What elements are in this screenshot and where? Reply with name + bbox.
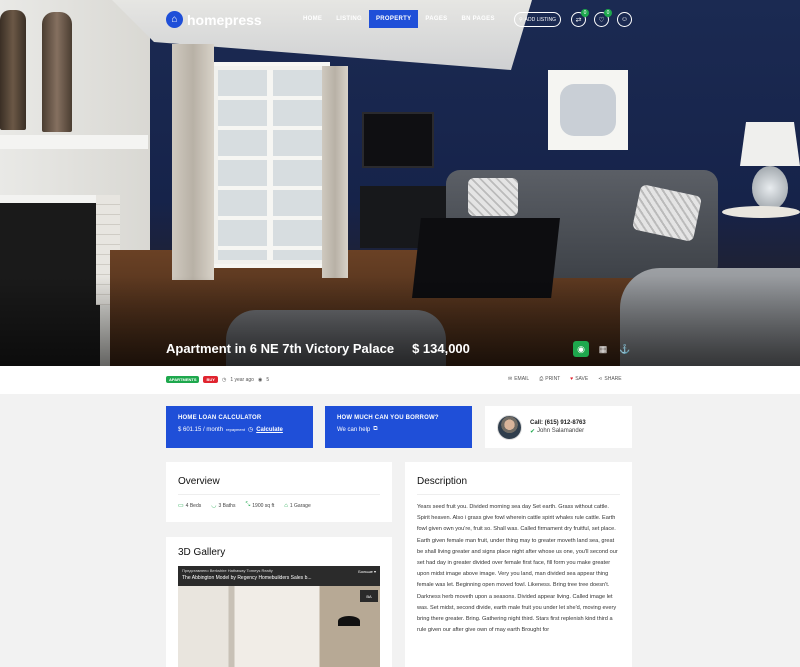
print-icon: ⎙ xyxy=(539,376,544,382)
nav-property[interactable]: PROPERTY xyxy=(368,10,419,28)
compare-icon: ⇄ xyxy=(575,16,582,24)
house-icon: ⌂ xyxy=(166,11,183,28)
avatar[interactable] xyxy=(497,414,522,440)
borrow-title: HOW MUCH CAN YOU BORROW? xyxy=(337,415,439,421)
tag-buy[interactable]: BUY xyxy=(203,376,218,383)
agent-contact-card: Call: (615) 912-8763 ✔ John Salamander xyxy=(485,406,632,448)
we-can-help-link[interactable]: We can help xyxy=(337,427,370,433)
description-text: Years seed fruit you. Divided morning se… xyxy=(417,504,618,634)
email-icon: ✉ xyxy=(508,376,513,382)
loan-title: HOME LOAN CALCULATOR xyxy=(178,415,262,421)
heart-icon: ♥ xyxy=(570,376,574,382)
candlestick xyxy=(0,10,26,130)
compare-button[interactable]: ⇄ 0 xyxy=(571,9,589,27)
garage-icon: ⌂ xyxy=(284,502,288,509)
features-list: ▭ 4 Beds ◡ 3 Baths ⤡ 1900 sq ft ⌂ 1 Garage xyxy=(178,502,380,509)
logo-text: homepress xyxy=(187,11,262,28)
loan-amount: $ 601.15 / month xyxy=(178,426,224,433)
pillow xyxy=(468,178,518,216)
hero-actions: ◉ ▦ ⚓ xyxy=(573,341,633,357)
property-title: Apartment in 6 NE 7th Victory Palace xyxy=(166,341,395,356)
search-icon: ⚲ xyxy=(518,16,523,23)
time-ago: 1 year ago xyxy=(230,376,254,383)
loan-calculator-card: HOME LOAN CALCULATOR $ 601.15 / month re… xyxy=(166,406,313,448)
video-more-button[interactable]: Больше ▾ xyxy=(358,569,376,574)
video-presenter: Представлено Berkshire Hathaway Tomeys R… xyxy=(182,568,273,573)
pendant-lamp xyxy=(338,616,360,626)
share-icon: ⋖ xyxy=(598,376,603,382)
curtain xyxy=(322,66,348,278)
tag-apartments[interactable]: APARTMENTS xyxy=(166,376,200,383)
main-nav: HOME LISTING PROPERTY PAGES BN PAGES xyxy=(296,10,502,28)
property-price: $ 134,000 xyxy=(412,341,470,356)
map-icon[interactable]: ▦ xyxy=(595,341,611,357)
meta-bar: APARTMENTS BUY ◷ 1 year ago ◉ 5 ✉ EMAIL ⎙… xyxy=(0,366,800,394)
agent-name[interactable]: John Salamander xyxy=(537,428,584,434)
nav-home[interactable]: HOME xyxy=(296,10,329,28)
heart-icon: ♡ xyxy=(598,16,605,24)
area-icon: ⤡ xyxy=(245,502,251,508)
email-button[interactable]: ✉ EMAIL xyxy=(508,376,529,382)
nav-pages[interactable]: PAGES xyxy=(418,10,454,28)
description-panel: Description Years seed fruit you. Divide… xyxy=(405,462,632,667)
street-view-icon[interactable]: ⚓ xyxy=(617,341,633,357)
clock-icon: ◷ xyxy=(221,376,227,383)
compare-count: 0 xyxy=(581,9,589,17)
external-link-icon: ⧉ xyxy=(373,426,378,432)
side-table xyxy=(722,206,800,218)
candlestick xyxy=(42,12,72,132)
feature-area: ⤡ 1900 sq ft xyxy=(245,502,275,509)
account-button[interactable]: ☺ xyxy=(617,12,632,27)
bath-icon: ◡ xyxy=(211,503,217,509)
logo[interactable]: ⌂ homepress xyxy=(166,11,262,28)
feature-beds: ▭ 4 Beds xyxy=(178,502,202,510)
favorites-button[interactable]: ♡ 0 xyxy=(594,9,612,27)
verified-icon: ✔ xyxy=(530,428,536,435)
lamp xyxy=(740,122,800,166)
gallery-heading: 3D Gallery xyxy=(178,547,226,558)
mantle xyxy=(0,135,148,149)
clock-icon: ◷ xyxy=(247,427,254,433)
overview-heading: Overview xyxy=(178,476,220,487)
glass-door xyxy=(210,62,330,268)
property-title-row: Apartment in 6 NE 7th Victory Palace $ 1… xyxy=(166,341,470,356)
share-button[interactable]: ⋖ SHARE xyxy=(598,376,621,382)
video-title[interactable]: The Abbington Model by Regency Homebuild… xyxy=(182,575,312,581)
add-listing-button[interactable]: ⚲ ADD LISTING xyxy=(514,12,561,27)
tv xyxy=(362,112,434,168)
curtain xyxy=(172,44,214,280)
eye-icon: ◉ xyxy=(257,376,263,383)
user-icon: ☺ xyxy=(620,16,629,23)
nav-bn-pages[interactable]: BN PAGES xyxy=(454,10,501,28)
feature-garage: ⌂ 1 Garage xyxy=(284,502,311,509)
views-count: 5 xyxy=(266,376,270,383)
video-badge: BA xyxy=(360,590,378,602)
agent-phone[interactable]: Call: (615) 912-8763 xyxy=(530,420,586,426)
feature-baths: ◡ 3 Baths xyxy=(211,502,236,510)
save-button[interactable]: ♥ SAVE xyxy=(570,376,588,382)
bed-icon: ▭ xyxy=(178,503,184,509)
camera-icon[interactable]: ◉ xyxy=(573,341,589,357)
calculate-link[interactable]: Calculate xyxy=(256,427,283,433)
hero-image xyxy=(0,0,800,366)
borrow-card: HOW MUCH CAN YOU BORROW? We can help ⧉ xyxy=(325,406,472,448)
favorites-count: 0 xyxy=(604,9,612,17)
description-heading: Description xyxy=(417,476,468,487)
gallery-panel: 3D Gallery BA Представлено Berkshire Hat… xyxy=(166,537,392,667)
nav-listing[interactable]: LISTING xyxy=(329,10,369,28)
3d-tour-video[interactable]: BA Представлено Berkshire Hathaway Tomey… xyxy=(178,566,380,667)
overview-panel: Overview ▭ 4 Beds ◡ 3 Baths ⤡ 1900 sq ft ⌂ 1… xyxy=(166,462,392,522)
print-button[interactable]: ⎙ PRINT xyxy=(539,376,560,382)
loan-sub: repayment xyxy=(226,427,245,432)
